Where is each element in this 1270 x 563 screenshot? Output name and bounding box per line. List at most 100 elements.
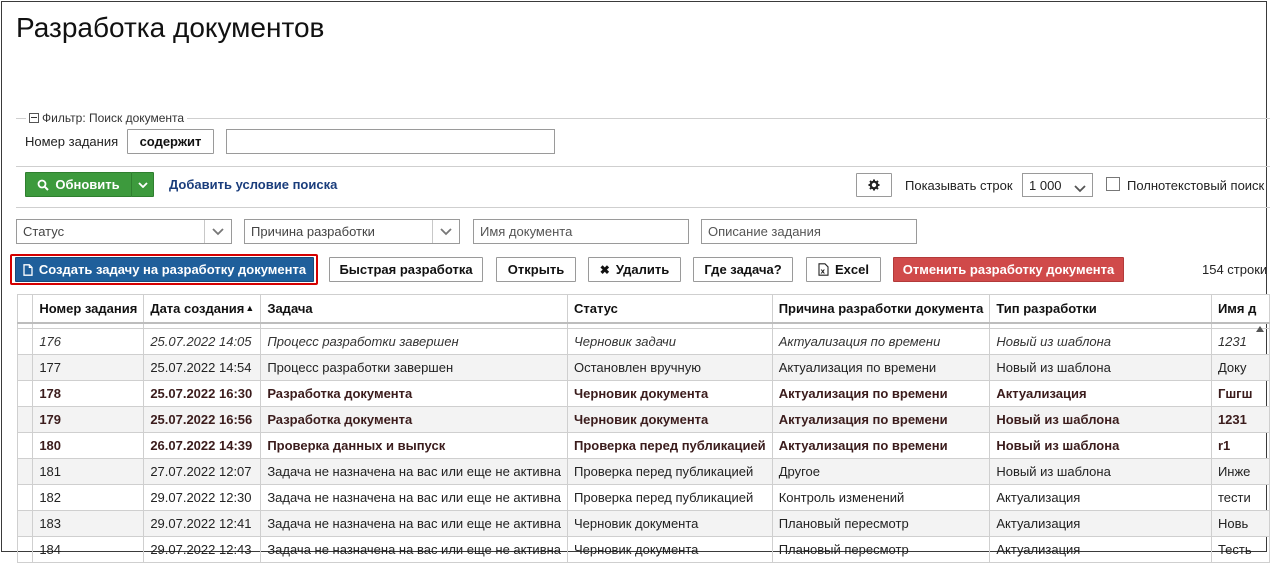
filter-divider	[16, 118, 1270, 119]
table-cell: 25.07.2022 16:56	[143, 406, 262, 433]
column-header-task-number[interactable]: Номер задания	[32, 294, 145, 324]
table-row[interactable]: 176 25.07.2022 14:05 Процесс разработки за…	[16, 328, 1270, 355]
table-row[interactable]: 179 25.07.2022 16:56 Разработка документа Ч…	[16, 406, 1270, 433]
row-select-cell[interactable]	[16, 510, 34, 537]
rows-select-value: 1 000	[1029, 177, 1062, 193]
excel-label: Excel	[835, 262, 869, 277]
table-cell: Новый из шаблона	[989, 432, 1212, 459]
cancel-dev-button[interactable]: Отменить разработку документа	[893, 257, 1124, 282]
table-cell: Доку	[1210, 354, 1270, 381]
delete-button[interactable]: ✖ Удалить	[588, 257, 681, 282]
table-cell: 178	[32, 380, 145, 407]
filter-divider-2	[16, 166, 1270, 167]
task-number-input[interactable]	[226, 129, 555, 154]
table-cell: Плановый пересмотр	[771, 510, 991, 537]
table-cell: 181	[32, 458, 145, 485]
rows-label: Показывать строк	[905, 178, 1013, 193]
chevron-down-icon	[204, 220, 231, 243]
scroll-up-icon[interactable]	[1256, 326, 1264, 332]
status-filter-select[interactable]: Статус	[16, 219, 232, 244]
table-cell: Разработка документа	[260, 406, 569, 433]
table-cell: Гшгш	[1210, 380, 1270, 407]
table-cell: Новый из шаблона	[989, 406, 1212, 433]
table-cell: Актуализация по времени	[771, 380, 991, 407]
table-row[interactable]: 177 25.07.2022 14:54 Процесс разработки за…	[16, 354, 1270, 381]
table-cell: Плановый пересмотр	[771, 536, 991, 563]
row-select-cell[interactable]	[16, 406, 34, 433]
table-cell: 184	[32, 536, 145, 563]
table-cell: 182	[32, 484, 145, 511]
task-desc-filter-input[interactable]: Описание задания	[701, 219, 917, 244]
table-cell: Задача не назначена на вас или еще не ак…	[260, 458, 569, 485]
row-count: 154 строки	[1202, 262, 1268, 277]
doc-name-filter-input[interactable]: Имя документа	[473, 219, 689, 244]
table-cell: Новь	[1210, 510, 1270, 537]
row-select-cell[interactable]	[16, 458, 34, 485]
row-select-cell[interactable]	[16, 536, 34, 563]
quick-dev-button[interactable]: Быстрая разработка	[329, 257, 483, 282]
table-cell: 25.07.2022 16:30	[143, 380, 262, 407]
table-row[interactable]: 181 27.07.2022 12:07 Задача не назначена н…	[16, 458, 1270, 485]
chevron-down-icon	[1074, 181, 1086, 196]
table-row[interactable]: 180 26.07.2022 14:39 Проверка данных и вып…	[16, 432, 1270, 459]
table-row[interactable]: 178 25.07.2022 16:30 Разработка документа Ч…	[16, 380, 1270, 407]
row-select-cell[interactable]	[16, 484, 34, 511]
filter-legend[interactable]: Фильтр: Поиск документа	[26, 111, 188, 125]
row-select-cell[interactable]	[16, 328, 34, 355]
column-header-reason[interactable]: Причина разработки документа	[771, 294, 991, 324]
row-select-cell[interactable]	[16, 380, 34, 407]
fulltext-checkbox[interactable]	[1106, 177, 1120, 191]
table-cell: Черновик документа	[567, 380, 773, 407]
table-cell: Проверка перед публикацией	[567, 432, 773, 459]
table-cell: Актуализация	[989, 536, 1212, 563]
table-cell: Процесс разработки завершен	[260, 354, 569, 381]
reason-filter-select[interactable]: Причина разработки	[244, 219, 460, 244]
row-select-cell[interactable]	[16, 354, 34, 381]
excel-button[interactable]: x Excel	[806, 257, 881, 282]
table-cell: 177	[32, 354, 145, 381]
rows-select[interactable]: 1 000	[1022, 173, 1093, 197]
gear-icon	[868, 179, 880, 191]
created-date-label: Дата создания	[150, 301, 245, 316]
operator-button[interactable]: содержит	[127, 129, 214, 154]
table-cell: Задача не назначена на вас или еще не ак…	[260, 484, 569, 511]
column-header-status[interactable]: Статус	[567, 294, 773, 324]
table-cell: Тесть	[1210, 536, 1270, 563]
reason-filter-placeholder: Причина разработки	[251, 224, 375, 239]
column-header-created-date[interactable]: Дата создания▲	[143, 294, 262, 324]
table-cell: Актуализация	[989, 510, 1212, 537]
settings-button[interactable]	[856, 173, 892, 197]
table-cell: 27.07.2022 12:07	[143, 458, 262, 485]
table-cell: Разработка документа	[260, 380, 569, 407]
table-cell: Процесс разработки завершен	[260, 328, 569, 355]
table-row[interactable]: 184 29.07.2022 12:43 Задача не назначена н…	[16, 536, 1270, 563]
table-cell: Задача не назначена на вас или еще не ак…	[260, 510, 569, 537]
table-cell: 29.07.2022 12:41	[143, 510, 262, 537]
open-button[interactable]: Открыть	[496, 257, 576, 282]
column-header-dev-type[interactable]: Тип разработки	[989, 294, 1212, 324]
column-header-doc-name[interactable]: Имя д	[1210, 294, 1270, 324]
table-row[interactable]: 183 29.07.2022 12:41 Задача не назначена н…	[16, 510, 1270, 537]
table-cell: Актуализация	[989, 380, 1212, 407]
refresh-dropdown-button[interactable]	[131, 172, 154, 197]
refresh-button[interactable]: Обновить	[25, 172, 132, 197]
table-row[interactable]: 182 29.07.2022 12:30 Задача не назначена н…	[16, 484, 1270, 511]
status-filter-placeholder: Статус	[23, 224, 65, 239]
table-cell: Черновик документа	[567, 510, 773, 537]
add-condition-link[interactable]: Добавить условие поиска	[169, 177, 337, 192]
table-cell: 176	[32, 328, 145, 355]
table-cell: 26.07.2022 14:39	[143, 432, 262, 459]
table-cell: тести	[1210, 484, 1270, 511]
table-cell: Черновик документа	[567, 536, 773, 563]
column-header-task[interactable]: Задача	[260, 294, 569, 324]
svg-text:x: x	[821, 268, 826, 276]
table-cell: Инже	[1210, 458, 1270, 485]
where-task-button[interactable]: Где задача?	[693, 257, 793, 282]
table-cell: Другое	[771, 458, 991, 485]
table-cell: Проверка данных и выпуск	[260, 432, 569, 459]
table-cell: 25.07.2022 14:05	[143, 328, 262, 355]
table-cell: Новый из шаблона	[989, 354, 1212, 381]
collapse-icon[interactable]	[29, 113, 39, 123]
row-select-cell[interactable]	[16, 432, 34, 459]
table-cell: 179	[32, 406, 145, 433]
